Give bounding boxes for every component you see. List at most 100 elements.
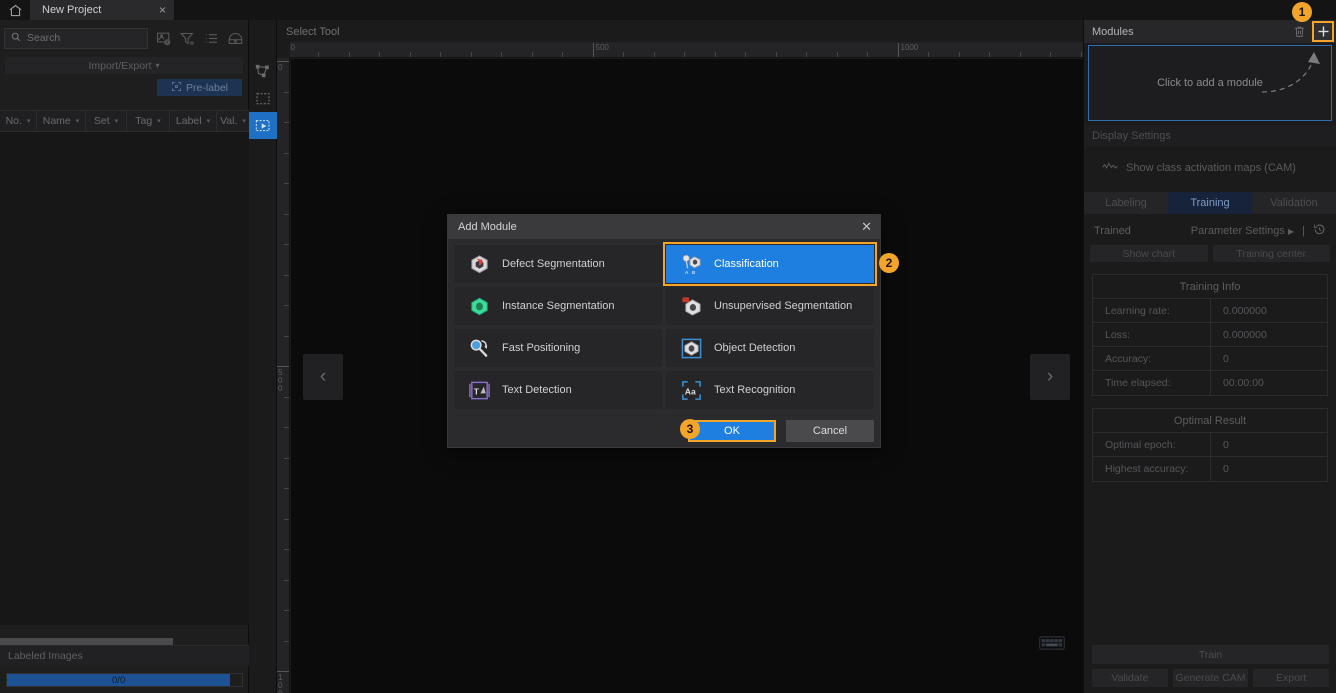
ruler-minor-tick [745,52,746,57]
module-dropzone[interactable]: Click to add a module [1088,45,1332,121]
import-export-button[interactable]: Import/Export ▾ [5,57,243,74]
title-bar: New Project × [0,0,1336,20]
cam-toggle-row[interactable]: Show class activation maps (CAM) [1084,147,1336,174]
annotation-badge-3: 3 [680,419,700,439]
module-label: Classification [714,258,779,270]
ruler-minor-tick [284,579,289,581]
chevron-right-icon: › [1046,366,1054,387]
row-value: 0 [1223,352,1229,365]
ruler-minor-tick [284,183,289,184]
ruler-label: 500 [595,43,609,52]
ruler-minor-tick [284,91,289,93]
column-header-no[interactable]: No. ▾ [0,111,37,131]
module-label: Instance Segmentation [502,300,615,312]
module-instance-segmentation[interactable]: Instance Segmentation [454,287,662,325]
ruler-minor-tick [989,52,990,57]
column-header-name[interactable]: Name ▾ [37,111,86,131]
classification-icon: A B [679,252,703,276]
training-info-table: Training Info Learning rate: 0.000000 Lo… [1092,274,1328,396]
filter-icon[interactable] [178,29,196,47]
prelabel-button[interactable]: Pre-label [157,79,242,96]
export-label: Export [1276,672,1307,684]
cancel-label: Cancel [812,425,848,437]
add-module-plus-button[interactable] [1312,21,1334,42]
ruler-minor-tick [1050,52,1051,57]
next-image-button[interactable]: › [1030,354,1070,400]
image-list-panel: Search Import/Export ▾ Pre-label No. ▾ N… [0,20,249,693]
project-tab[interactable]: New Project × [30,0,174,20]
close-icon[interactable]: ✕ [861,219,872,235]
column-header-val[interactable]: Val. ▾ [217,111,249,131]
ruler-minor-tick [284,244,289,245]
training-center-button[interactable]: Training center [1212,245,1330,262]
list-view-icon[interactable] [202,29,220,47]
ruler-minor-tick [284,488,289,489]
rectangle-select-icon[interactable] [249,85,277,112]
ruler-minor-tick [284,518,289,520]
row-key: Learning rate: [1093,299,1211,322]
ruler-label: 1000 [900,43,919,52]
row-key: Highest accuracy: [1093,457,1211,481]
previous-image-button[interactable]: ‹ [303,354,343,400]
row-value: 0 [1223,438,1229,451]
search-toolbar: Search [0,24,248,52]
layout-view-icon[interactable] [226,29,244,47]
column-header-set[interactable]: Set ▾ [86,111,127,131]
home-icon[interactable] [0,0,30,20]
image-table-body[interactable] [0,132,249,625]
defect-segmentation-icon [467,252,491,276]
modal-ok-button[interactable]: OK [688,420,776,442]
svg-text:Aa: Aa [684,386,695,396]
image-settings-icon[interactable] [154,29,172,47]
column-label: Tag [135,115,153,127]
tab-validation[interactable]: Validation [1252,192,1336,214]
ruler-label: 500 [278,368,283,393]
training-action-buttons: Show chart Training center [1084,239,1336,262]
ruler-minor-tick [284,274,289,276]
column-header-label[interactable]: Label ▾ [170,111,217,131]
module-defect-segmentation[interactable]: Defect Segmentation [454,245,662,283]
chevron-down-icon: ▾ [206,118,211,125]
labeled-images-header: Labeled Images [0,645,249,666]
ruler-label: 0 [290,43,295,52]
svg-text:T: T [473,386,479,396]
polygon-tool-icon[interactable] [249,58,277,85]
module-object-detection[interactable]: Object Detection [666,329,874,367]
train-button[interactable]: Train [1092,645,1329,664]
ruler-minor-tick [284,213,289,215]
parameter-settings-link[interactable]: Parameter Settings ▶ [1191,225,1294,237]
cam-icon [1102,161,1118,174]
export-button[interactable]: Export [1253,669,1330,687]
module-text-recognition[interactable]: Aa Text Recognition [666,371,874,409]
module-classification[interactable]: A B Classification [663,242,877,286]
table-row: Optimal epoch: 0 [1093,433,1327,457]
select-tool-icon[interactable] [249,112,277,139]
row-key: Loss: [1093,323,1211,346]
ruler-minor-tick [284,610,289,611]
search-placeholder: Search [27,32,61,44]
close-icon[interactable]: × [159,4,166,16]
history-icon[interactable] [1313,223,1326,239]
column-header-tag[interactable]: Tag ▾ [127,111,170,131]
train-label: Train [1198,648,1223,661]
search-input[interactable]: Search [4,27,148,49]
show-chart-button[interactable]: Show chart [1090,245,1208,262]
tab-training[interactable]: Training [1168,192,1252,214]
horizontal-scrollbar[interactable] [0,638,173,645]
trash-icon[interactable] [1288,21,1310,42]
text-detection-icon: T [467,378,491,402]
module-fast-positioning[interactable]: Fast Positioning [454,329,662,367]
validate-button[interactable]: Validate [1092,669,1168,687]
search-icon [11,32,21,45]
import-export-label: Import/Export [88,59,152,72]
module-text-detection[interactable]: T Text Detection [454,371,662,409]
training-center-label: Training center [1236,247,1307,260]
modal-cancel-button[interactable]: Cancel [786,420,874,442]
tab-labeling[interactable]: Labeling [1084,192,1168,214]
tab-label: Training [1190,197,1230,209]
generate-cam-button[interactable]: Generate CAM [1172,669,1249,687]
ruler-minor-tick [928,52,929,57]
keyboard-icon[interactable] [1039,635,1065,651]
module-unsupervised-segmentation[interactable]: Unsupervised Segmentation [666,287,874,325]
chevron-left-icon: ‹ [319,366,327,387]
